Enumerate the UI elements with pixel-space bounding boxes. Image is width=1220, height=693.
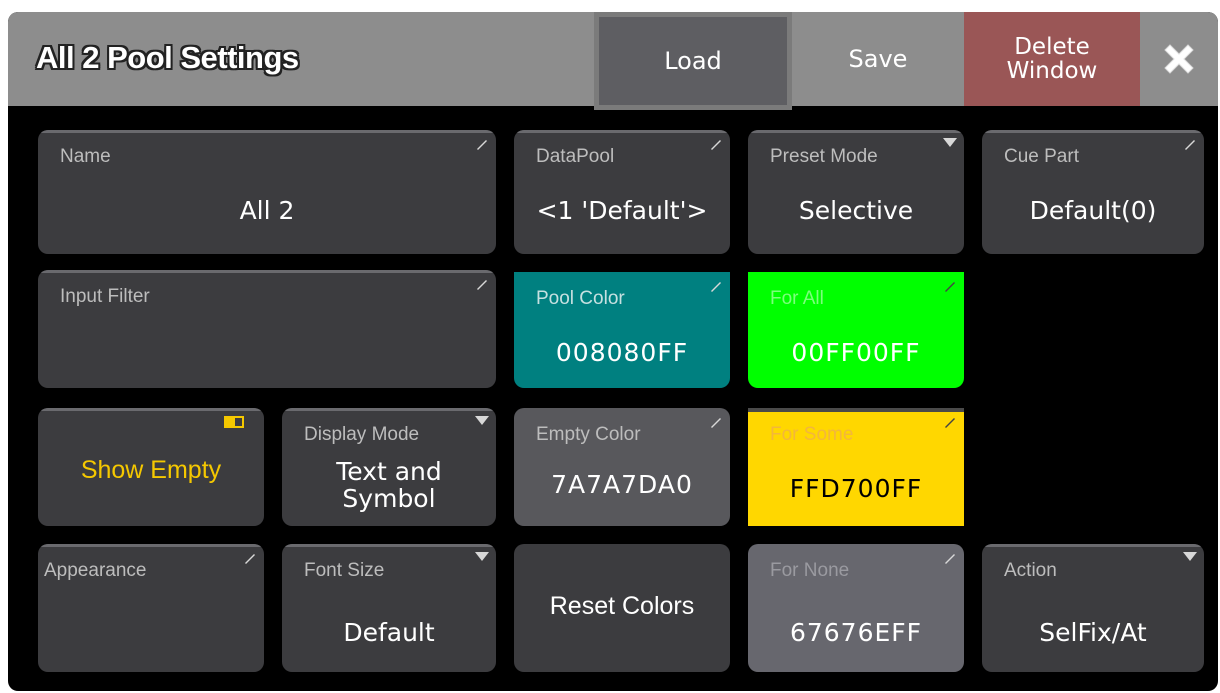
save-button[interactable]: Save <box>792 12 964 106</box>
pool-color-field[interactable]: Pool Color 008080FF <box>514 272 730 388</box>
for-all-value: 00FF00FF <box>791 338 921 367</box>
edit-pencil-icon <box>477 280 487 290</box>
font-size-value: Default <box>343 618 435 647</box>
font-size-label: Font Size <box>304 560 385 581</box>
edit-pencil-icon <box>477 140 487 150</box>
edit-pencil-icon <box>711 282 721 292</box>
display-mode-dropdown[interactable]: Display Mode Text and Symbol <box>282 408 496 526</box>
show-empty-label: Show Empty <box>80 456 222 484</box>
close-icon <box>1164 44 1194 74</box>
edit-pencil-icon <box>245 554 255 564</box>
pool-settings-window: All 2 Pool Settings Load Save Delete Win… <box>8 12 1218 691</box>
name-value: All 2 <box>239 196 295 225</box>
edit-pencil-icon <box>1185 140 1195 150</box>
dropdown-arrow-icon <box>475 416 489 425</box>
for-some-label: For Some <box>770 424 854 445</box>
pool-color-label: Pool Color <box>536 288 625 309</box>
datapool-field[interactable]: DataPool <1 'Default'> <box>514 130 730 254</box>
edit-pencil-icon <box>945 282 955 292</box>
display-mode-label: Display Mode <box>304 424 420 445</box>
title-bar: All 2 Pool Settings Load Save Delete Win… <box>8 12 1218 110</box>
cue-part-field[interactable]: Cue Part Default(0) <box>982 130 1204 254</box>
appearance-field[interactable]: Appearance <box>38 544 264 672</box>
action-value: SelFix/At <box>1039 618 1147 647</box>
edit-pencil-icon <box>945 554 955 564</box>
reset-colors-label: Reset Colors <box>549 592 695 620</box>
pool-color-value: 008080FF <box>555 338 689 367</box>
for-all-label: For All <box>770 288 824 309</box>
input-filter-field[interactable]: Input Filter <box>38 270 496 388</box>
edit-pencil-icon <box>945 418 955 428</box>
display-mode-value-line1: Text and <box>336 457 442 486</box>
delete-window-button[interactable]: Delete Window <box>964 12 1140 106</box>
for-some-value: FFD700FF <box>789 474 923 503</box>
appearance-label: Appearance <box>44 560 147 581</box>
for-none-label: For None <box>770 560 850 581</box>
for-some-field[interactable]: For Some FFD700FF <box>748 408 964 526</box>
load-button[interactable]: Load <box>594 12 792 110</box>
name-label: Name <box>60 146 111 167</box>
window-title: All 2 Pool Settings <box>36 40 299 75</box>
for-none-value: 67676EFF <box>789 618 923 647</box>
datapool-value: <1 'Default'> <box>536 196 708 225</box>
for-all-field[interactable]: For All 00FF00FF <box>748 272 964 388</box>
toggle-indicator-icon <box>224 416 244 428</box>
name-field[interactable]: Name All 2 <box>38 130 496 254</box>
edit-pencil-icon <box>711 140 721 150</box>
close-button[interactable] <box>1140 12 1218 106</box>
display-mode-value: Text and Symbol <box>282 458 496 512</box>
empty-color-label: Empty Color <box>536 424 641 445</box>
preset-mode-label: Preset Mode <box>770 146 878 167</box>
delete-label-line1: Delete <box>1014 34 1090 60</box>
cue-part-value: Default(0) <box>1029 196 1157 225</box>
cue-part-label: Cue Part <box>1004 146 1079 167</box>
font-size-dropdown[interactable]: Font Size Default <box>282 544 496 672</box>
action-dropdown[interactable]: Action SelFix/At <box>982 544 1204 672</box>
delete-label-line2: Window <box>1006 58 1098 84</box>
preset-mode-value: Selective <box>798 196 914 225</box>
action-label: Action <box>1004 560 1057 581</box>
input-filter-label: Input Filter <box>60 286 150 307</box>
dropdown-arrow-icon <box>475 552 489 561</box>
edit-pencil-icon <box>711 418 721 428</box>
for-none-field[interactable]: For None 67676EFF <box>748 544 964 672</box>
empty-color-field[interactable]: Empty Color 7A7A7DA0 <box>514 408 730 526</box>
dropdown-arrow-icon <box>1183 552 1197 561</box>
empty-color-value: 7A7A7DA0 <box>551 470 693 499</box>
display-mode-value-line2: Symbol <box>342 484 436 513</box>
dropdown-arrow-icon <box>943 138 957 147</box>
preset-mode-dropdown[interactable]: Preset Mode Selective <box>748 130 964 254</box>
datapool-label: DataPool <box>536 146 615 167</box>
reset-colors-button[interactable]: Reset Colors <box>514 544 730 672</box>
show-empty-toggle[interactable]: Show Empty <box>38 408 264 526</box>
